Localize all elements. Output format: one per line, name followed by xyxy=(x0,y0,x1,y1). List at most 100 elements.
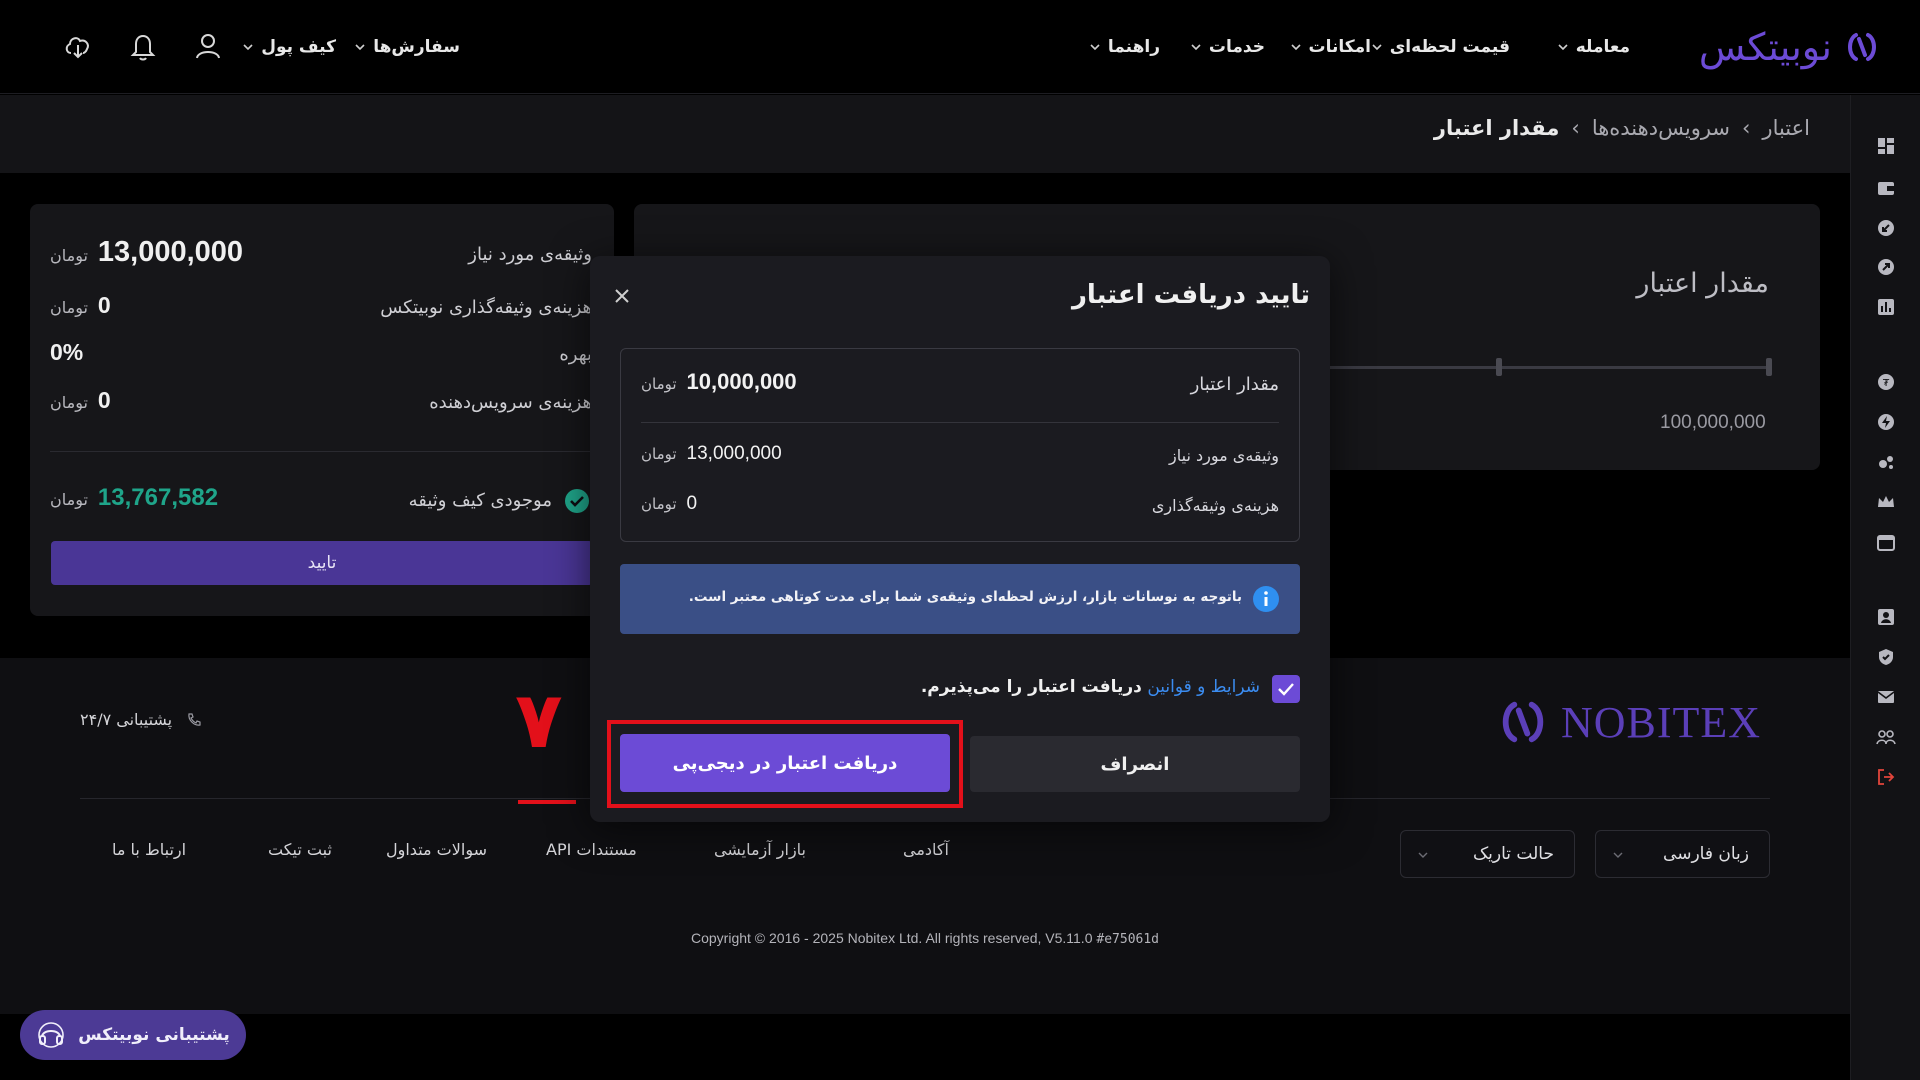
support-widget[interactable]: پشتیبانی نوبیتکس xyxy=(20,1010,246,1060)
nav-services[interactable]: خدمات xyxy=(1190,34,1265,60)
summary-required-collateral-label: وثیقه‌ی مورد نیاز xyxy=(468,244,592,265)
nav-help[interactable]: راهنما xyxy=(1089,34,1160,60)
modal-collateral-fee: تومان 0 xyxy=(641,493,697,515)
withdraw-icon[interactable] xyxy=(1876,257,1896,277)
modal-terms-checkbox[interactable] xyxy=(1272,675,1300,703)
footer-link-academy[interactable]: آکادمی xyxy=(903,840,949,859)
chevron-down-icon xyxy=(1418,852,1428,858)
unit-label: تومان xyxy=(641,375,677,393)
nav-wallet-label: کیف پول xyxy=(261,37,336,57)
unit-label: تومان xyxy=(50,246,88,265)
flash-icon[interactable] xyxy=(1876,412,1896,432)
theme-select[interactable]: حالت تاریک xyxy=(1400,830,1575,878)
shield-check-icon[interactable] xyxy=(1876,647,1896,667)
profile-card-icon[interactable] xyxy=(1876,607,1896,627)
summary-wallet-balance: موجودی کیف وثیقه تومان 13,767,582 xyxy=(50,482,592,522)
unit-label: تومان xyxy=(50,393,88,412)
nav-services-label: خدمات xyxy=(1208,37,1265,57)
cancel-button[interactable]: انصراف xyxy=(970,736,1300,792)
calendar-icon[interactable] xyxy=(1876,532,1896,552)
summary-interest: بهره 0% xyxy=(50,336,592,376)
footer-link-faq[interactable]: سوالات متداول xyxy=(386,840,487,859)
chevron-down-icon xyxy=(1558,44,1568,51)
breadcrumb-separator-icon: › xyxy=(1571,116,1580,140)
summary-interest-label: بهره xyxy=(559,344,592,365)
summary-wallet-balance-label: موجودی کیف وثیقه xyxy=(408,490,552,511)
unit-label: تومان xyxy=(50,490,88,509)
crown-icon[interactable] xyxy=(1876,492,1896,512)
nav-prices[interactable]: قیمت لحظه‌ای xyxy=(1371,34,1510,60)
language-select-value: زبان فارسی xyxy=(1663,844,1749,864)
language-select[interactable]: زبان فارسی xyxy=(1595,830,1770,878)
terms-link[interactable]: شرایط و قوانین xyxy=(1147,677,1260,697)
logout-icon[interactable] xyxy=(1876,767,1896,787)
nav-features-label: امکانات xyxy=(1308,37,1371,57)
step-annotation: ۷ xyxy=(515,676,563,766)
modal-title: تایید دریافت اعتبار xyxy=(1071,280,1310,310)
breadcrumb-providers[interactable]: سرویس‌دهنده‌ها xyxy=(1592,116,1730,140)
summary-provider-fee-value: 0 xyxy=(97,387,111,413)
top-navbar: نوبیتکس معامله قیمت لحظه‌ای امکانات خدما… xyxy=(0,0,1920,94)
modal-collateral-fee-value: 0 xyxy=(686,493,698,514)
credit-slider-track[interactable] xyxy=(1300,366,1770,369)
copyright-text: Copyright © 2016 - 2025 Nobitex Ltd. All… xyxy=(690,930,1097,946)
close-icon[interactable] xyxy=(612,286,632,306)
cancel-button-label: انصراف xyxy=(1100,753,1170,775)
nav-trade[interactable]: معامله xyxy=(1557,34,1630,60)
wallet-icon[interactable] xyxy=(1876,178,1896,198)
credit-icon[interactable]: ₮ xyxy=(1876,372,1896,392)
footer-link-contact[interactable]: ارتباط با ما xyxy=(112,840,186,859)
summary-divider xyxy=(50,451,592,452)
modal-notice: باتوجه به نوسانات بازار، ارزش لحظه‌ای وث… xyxy=(620,564,1300,634)
footer-link-demo-market[interactable]: بازار آزمایشی xyxy=(714,840,806,859)
nav-wallet[interactable]: کیف پول xyxy=(242,34,336,60)
modal-details-divider xyxy=(641,422,1279,423)
nav-prices-label: قیمت لحظه‌ای xyxy=(1389,37,1510,57)
nav-trade-label: معامله xyxy=(1575,37,1630,57)
nav-orders[interactable]: سفارش‌ها xyxy=(354,34,460,60)
footer-brand-text: NOBITEX xyxy=(1561,697,1762,747)
bell-icon[interactable] xyxy=(127,30,159,62)
unit-label: تومان xyxy=(50,298,88,317)
modal-notice-text: باتوجه به نوسانات بازار، ارزش لحظه‌ای وث… xyxy=(688,589,1242,605)
footer-support[interactable]: پشتیبانی ۲۴/۷ xyxy=(80,710,202,729)
checkmark-icon xyxy=(1278,683,1294,696)
credit-slider-max-label: 100,000,000 xyxy=(1660,412,1766,433)
chevron-down-icon xyxy=(1290,44,1301,51)
footer-brand[interactable]: NOBITEX xyxy=(1497,696,1761,748)
summary-confirm-button[interactable]: تایید xyxy=(51,541,593,585)
unit-label: تومان xyxy=(641,445,677,463)
dashboard-icon[interactable] xyxy=(1876,136,1896,156)
nav-help-label: راهنما xyxy=(1107,37,1160,57)
summary-required-collateral: وثیقه‌ی مورد نیاز تومان 13,000,000 xyxy=(50,236,592,276)
referral-icon[interactable] xyxy=(1876,727,1896,747)
copyright-hash: #e75061d xyxy=(1096,932,1160,947)
breadcrumb-credit[interactable]: اعتبار xyxy=(1762,116,1810,140)
chevron-down-icon xyxy=(1613,852,1623,858)
info-icon xyxy=(1253,586,1279,612)
nav-features[interactable]: امکانات xyxy=(1290,34,1371,60)
chevron-down-icon xyxy=(1191,44,1201,51)
staking-icon[interactable] xyxy=(1876,452,1896,472)
copyright: Copyright © 2016 - 2025 Nobitex Ltd. All… xyxy=(0,930,1850,947)
headset-icon xyxy=(38,1022,65,1048)
footer-support-label: پشتیبانی ۲۴/۷ xyxy=(80,710,173,729)
breadcrumb-separator-icon: › xyxy=(1742,116,1751,140)
footer-link-api-docs[interactable]: مستندات API xyxy=(546,840,637,859)
summary-provider-fee-label: هزینه‌ی سرویس‌دهنده xyxy=(429,392,592,413)
modal-credit-amount: تومان 10,000,000 xyxy=(641,369,797,395)
user-icon[interactable] xyxy=(192,30,224,62)
download-app-icon[interactable] xyxy=(62,30,94,62)
summary-collateral-fee-value: 0 xyxy=(97,292,111,318)
summary-collateral-fee-label: هزینه‌ی وثیقه‌گذاری نوبیتکس xyxy=(380,297,592,318)
summary-collateral-fee: هزینه‌ی وثیقه‌گذاری نوبیتکس تومان 0 xyxy=(50,289,592,329)
summary-confirm-button-label: تایید xyxy=(307,553,337,573)
breadcrumb-current: مقدار اعتبار xyxy=(1433,116,1560,140)
footer-link-ticket[interactable]: ثبت تیکت xyxy=(268,840,332,859)
deposit-icon[interactable] xyxy=(1876,218,1896,238)
credit-amount-title: مقدار اعتبار xyxy=(1636,268,1769,299)
mail-icon[interactable] xyxy=(1876,687,1896,707)
logo[interactable]: نوبیتکس xyxy=(1660,22,1880,72)
chart-icon[interactable] xyxy=(1876,297,1896,317)
theme-select-value: حالت تاریک xyxy=(1472,844,1554,864)
